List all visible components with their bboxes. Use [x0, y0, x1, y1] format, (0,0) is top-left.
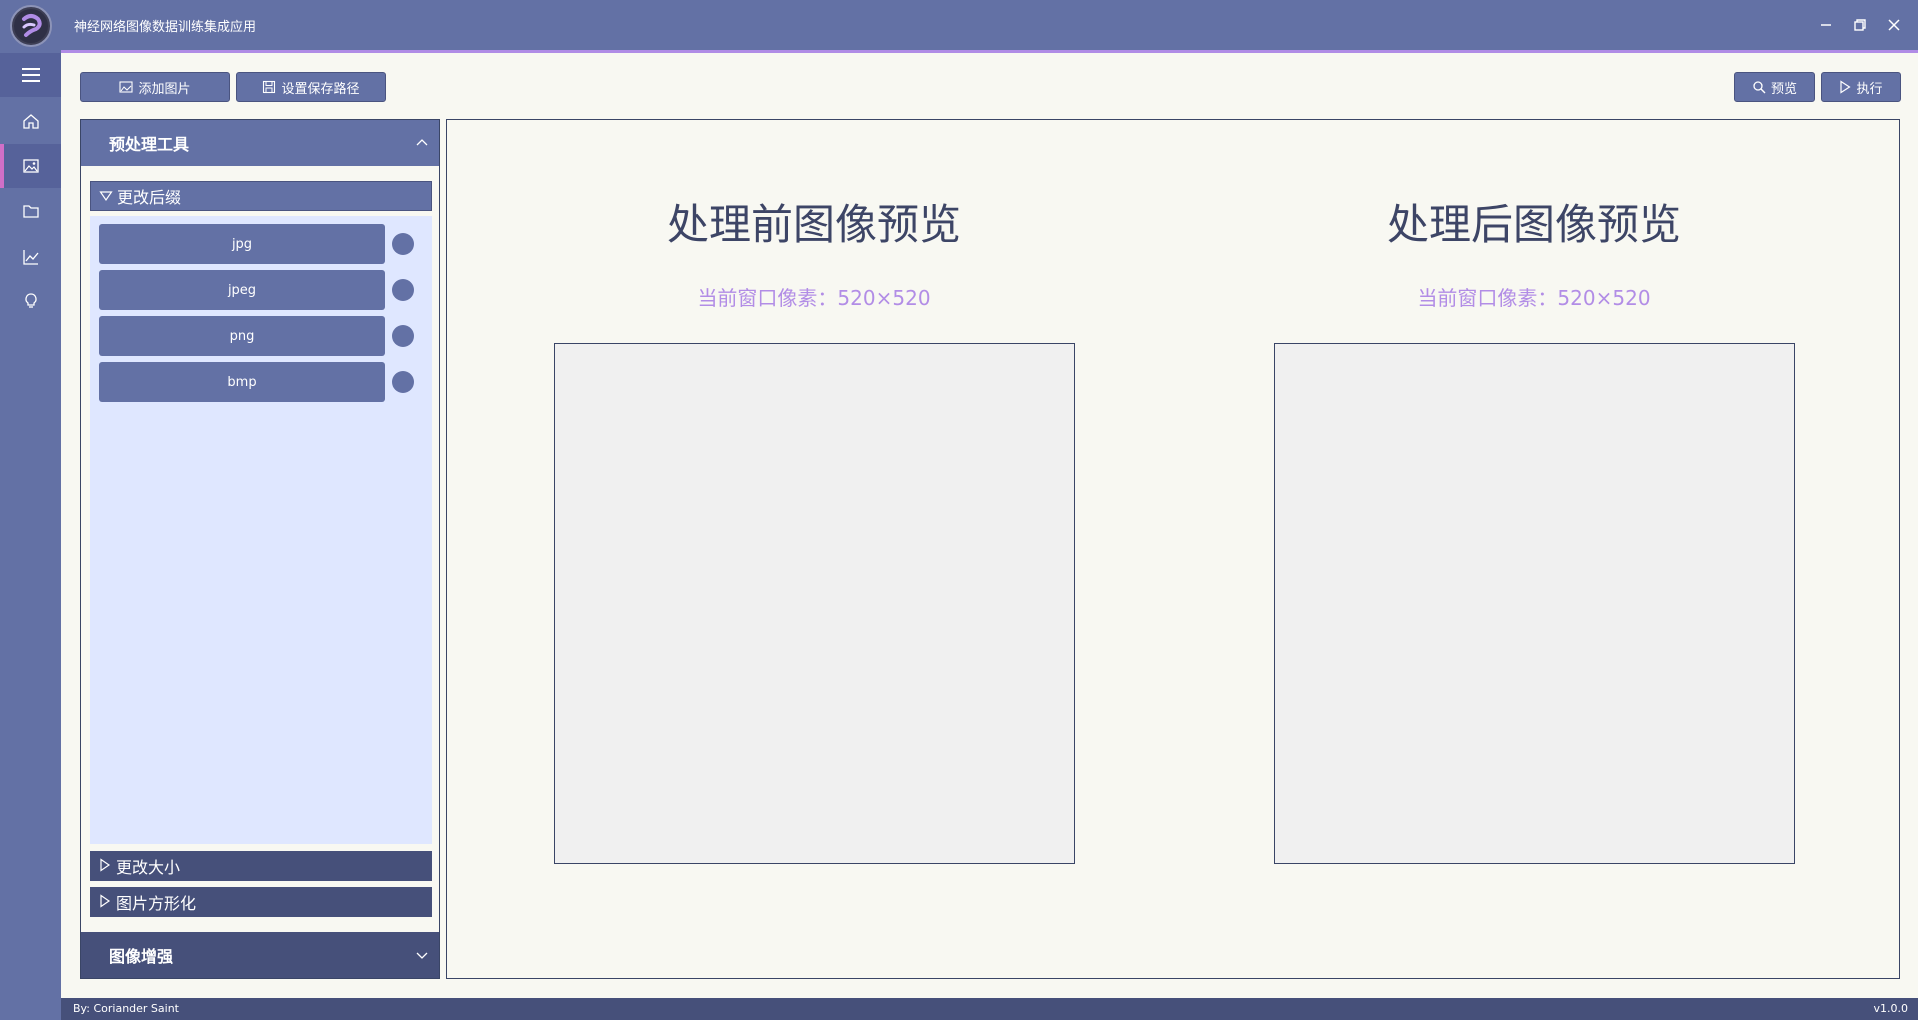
change-suffix-body: jpg jpeg png bmp — [90, 216, 432, 844]
version-label: v1.0.0 — [1873, 1002, 1909, 1015]
app-logo — [10, 5, 52, 47]
run-label: 执行 — [1856, 81, 1883, 97]
tools-panel-header[interactable]: 预处理工具 — [81, 120, 439, 166]
section-square-label: 图片方形化 — [116, 894, 197, 913]
triangle-right-icon — [98, 893, 112, 912]
chevron-up-icon — [415, 135, 429, 154]
close-icon[interactable] — [1883, 14, 1905, 36]
ext-button-jpg[interactable]: jpg — [99, 224, 385, 264]
image-augmentation-title: 图像增强 — [109, 947, 174, 966]
add-image-icon — [119, 80, 134, 94]
title-bar: 神经网络图像数据训练集成应用 — [0, 0, 1918, 53]
minimize-icon[interactable] — [1815, 14, 1837, 36]
ext-button-jpeg[interactable]: jpeg — [99, 270, 385, 310]
radio-bmp[interactable] — [392, 371, 414, 393]
nav-rail — [0, 52, 61, 1020]
play-icon — [1839, 80, 1852, 94]
title-accent-line — [61, 50, 1918, 53]
run-button[interactable]: 执行 — [1821, 72, 1901, 102]
set-save-path-label: 设置保存路径 — [281, 81, 360, 97]
author-label: By: Coriander Saint — [73, 1002, 179, 1015]
after-preview-title: 处理后图像预览 — [1386, 200, 1681, 249]
triangle-down-icon — [99, 187, 113, 206]
preview-label: 预览 — [1770, 81, 1797, 97]
chart-icon[interactable] — [0, 235, 61, 279]
save-icon — [262, 80, 276, 94]
preview-button[interactable]: 预览 — [1734, 72, 1815, 102]
after-image-canvas — [1274, 343, 1795, 864]
ext-button-bmp[interactable]: bmp — [99, 362, 385, 402]
tools-panel: 预处理工具 更改后缀 jpg jpeg png bmp 更改大小 图片方形化 图… — [80, 119, 440, 979]
tools-panel-title: 预处理工具 — [109, 135, 190, 154]
radio-jpg[interactable] — [392, 233, 414, 255]
menu-icon[interactable] — [0, 53, 61, 97]
triangle-right-icon — [98, 857, 112, 876]
chevron-down-icon — [415, 947, 429, 966]
section-resize-label: 更改大小 — [116, 858, 181, 877]
preview-area: 处理前图像预览 当前窗口像素：520×520 处理后图像预览 当前窗口像素：52… — [446, 119, 1900, 979]
radio-jpeg[interactable] — [392, 279, 414, 301]
add-image-label: 添加图片 — [138, 81, 191, 97]
section-square[interactable]: 图片方形化 — [90, 887, 432, 917]
search-icon — [1752, 80, 1766, 94]
folder-icon[interactable] — [0, 189, 61, 233]
set-save-path-button[interactable]: 设置保存路径 — [236, 72, 386, 102]
lightbulb-icon[interactable] — [0, 279, 61, 323]
radio-png[interactable] — [392, 325, 414, 347]
after-pixels-label: 当前窗口像素：520×520 — [1417, 286, 1651, 310]
image-augmentation-header[interactable]: 图像增强 — [81, 932, 439, 978]
window-title: 神经网络图像数据训练集成应用 — [74, 20, 257, 35]
before-image-canvas — [554, 343, 1075, 864]
ext-button-png[interactable]: png — [99, 316, 385, 356]
add-image-button[interactable]: 添加图片 — [80, 72, 230, 102]
section-change-suffix[interactable]: 更改后缀 — [90, 181, 432, 211]
before-preview-title: 处理前图像预览 — [666, 200, 961, 249]
section-change-suffix-label: 更改后缀 — [117, 188, 182, 207]
home-icon[interactable] — [0, 99, 61, 143]
section-resize[interactable]: 更改大小 — [90, 851, 432, 881]
status-bar: By: Coriander Saint v1.0.0 — [61, 998, 1918, 1020]
image-icon[interactable] — [0, 144, 61, 188]
restore-icon[interactable] — [1849, 14, 1871, 36]
before-pixels-label: 当前窗口像素：520×520 — [697, 286, 931, 310]
